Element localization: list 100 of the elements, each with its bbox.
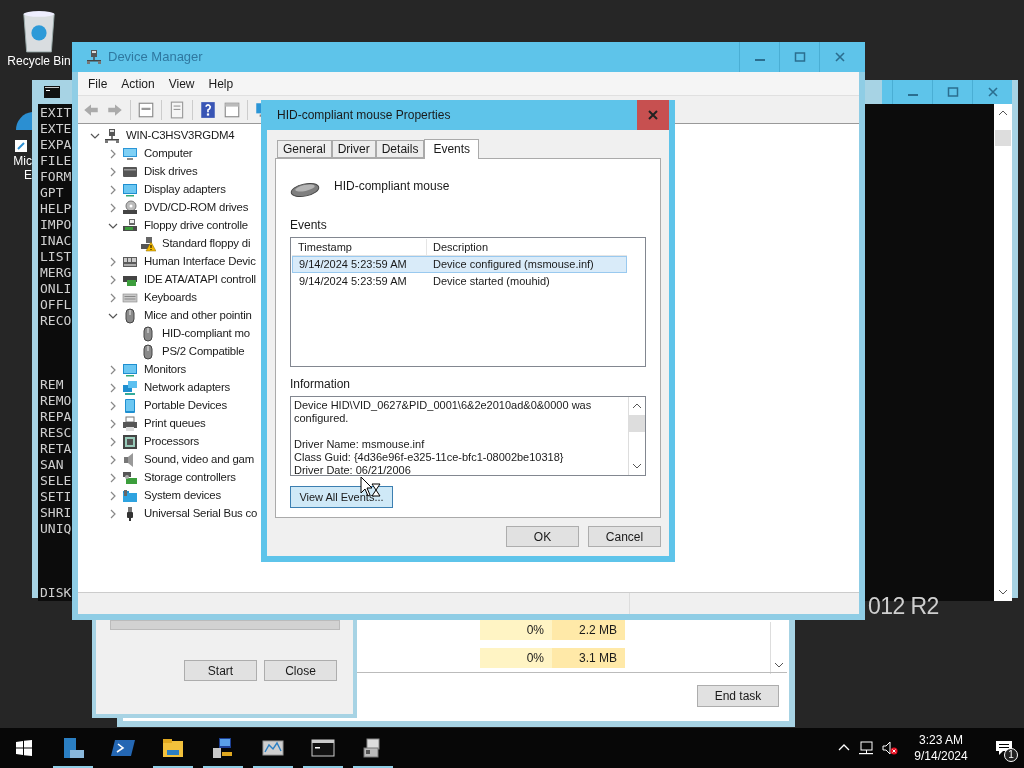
console-line: SAN: [40, 457, 65, 473]
icon-label[interactable]: Recycle Bin: [7, 54, 71, 68]
storage-controller-icon: [122, 470, 138, 486]
section-label: Events: [290, 217, 328, 234]
printer-icon: [122, 416, 138, 432]
table-cell: 3.1 MB: [552, 648, 625, 668]
tablet-icon: [122, 398, 138, 414]
tree-item[interactable]: PS/2 Compatible: [162, 343, 245, 361]
console-line: GPT: [40, 185, 65, 201]
console-line: MERG: [40, 265, 72, 281]
mouse-icon: [140, 326, 156, 342]
scrollbar[interactable]: [994, 104, 1012, 601]
tree-item[interactable]: Sound, video and gam: [144, 451, 254, 469]
clock-date[interactable]: 9/14/2024: [914, 748, 968, 764]
controller-icon: [122, 218, 138, 234]
icon-label[interactable]: E: [24, 168, 32, 182]
monitor-icon: [122, 182, 138, 198]
tree-item[interactable]: HID-compliant mo: [162, 325, 250, 343]
tab[interactable]: General: [277, 140, 332, 158]
tree-item[interactable]: Disk drives: [144, 163, 198, 181]
column-header[interactable]: Description: [427, 239, 627, 255]
menu-item[interactable]: View: [162, 74, 201, 93]
document-icon[interactable]: [168, 100, 186, 119]
table-cell: 0%: [480, 648, 552, 668]
close-button[interactable]: Close: [264, 660, 337, 681]
device-name: HID-compliant mouse: [334, 178, 450, 195]
menu-item[interactable]: File: [82, 74, 114, 93]
tab[interactable]: Details: [375, 140, 425, 158]
event-row[interactable]: 9/14/2024 5:23:59 AM Device configured (msmouse.inf): [292, 256, 627, 273]
mouse-icon: [122, 308, 138, 324]
dialog-title: HID-compliant mouse Properties: [277, 107, 451, 124]
information-text: Class Guid: {4d36e96f-e325-11ce-bfc1-08002be10318}: [294, 451, 565, 464]
console-line: LIST: [40, 249, 72, 265]
console-icon[interactable]: [311, 736, 335, 760]
table-cell: 0%: [480, 620, 552, 640]
console-line: RECO: [40, 313, 72, 329]
start-icon[interactable]: [16, 740, 32, 756]
network-icon: [122, 380, 138, 396]
console-line: RESC: [40, 425, 72, 441]
notification-count: 1: [1004, 748, 1018, 762]
help-icon[interactable]: [199, 100, 217, 119]
tree-item[interactable]: Floppy drive controlle: [144, 217, 248, 235]
tree-item[interactable]: Portable Devices: [144, 397, 227, 415]
chip-icon: [122, 434, 138, 450]
mouse-icon: [290, 180, 320, 198]
tree-item[interactable]: DVD/CD-ROM drives: [144, 199, 249, 217]
tree-item[interactable]: Processors: [144, 433, 199, 451]
tree-item[interactable]: Human Interface Devic: [144, 253, 256, 271]
scrollbar[interactable]: [628, 397, 645, 475]
console-icon: [44, 86, 60, 98]
minimize-icon: [906, 94, 919, 96]
tree-item[interactable]: IDE ATA/ATAPI controll: [144, 271, 256, 289]
menu-item[interactable]: Action: [115, 74, 161, 93]
information-text: Driver Name: msmouse.inf: [294, 438, 426, 451]
console-line: REM: [40, 377, 65, 393]
cancel-button[interactable]: Cancel: [588, 526, 661, 547]
app-shortcut-icon[interactable]: [14, 110, 32, 154]
tree-item[interactable]: Print queues: [144, 415, 206, 433]
network-computer-icon[interactable]: [211, 736, 235, 760]
tree-item[interactable]: Network adapters: [144, 379, 231, 397]
tree-item[interactable]: Standard floppy di: [162, 235, 251, 253]
console-line: ONLI: [40, 281, 72, 297]
tree-item[interactable]: Mice and other pointin: [144, 307, 252, 325]
console-line: RETA: [40, 441, 72, 457]
volume-muted-icon[interactable]: [882, 740, 898, 756]
start-button[interactable]: Start: [184, 660, 257, 681]
tree-item[interactable]: Monitors: [144, 361, 187, 379]
tree-item[interactable]: WIN-C3HSV3RGDM4: [126, 127, 235, 145]
drive-icon: [122, 164, 138, 180]
panel-icon[interactable]: [223, 100, 241, 119]
tree-item[interactable]: Storage controllers: [144, 469, 236, 487]
close-icon: [833, 51, 846, 63]
properties-pane-icon[interactable]: [137, 100, 155, 119]
recycle-bin-icon[interactable]: [20, 8, 58, 54]
folder-icon[interactable]: [161, 736, 185, 760]
tab[interactable]: Driver: [331, 140, 376, 158]
ok-button[interactable]: OK: [506, 526, 579, 547]
tree-item[interactable]: Computer: [144, 145, 193, 163]
icon-label[interactable]: Mic: [13, 154, 32, 168]
menu-item[interactable]: Help: [202, 74, 240, 93]
console-line: SETI: [40, 489, 72, 505]
network-icon[interactable]: [858, 740, 874, 756]
tab[interactable]: Events: [424, 139, 480, 159]
tree-item[interactable]: System devices: [144, 487, 221, 505]
server-manager-icon[interactable]: [61, 736, 85, 760]
maximize-icon: [946, 86, 959, 98]
warning-icon: [140, 236, 156, 252]
console-line: EXIT: [40, 105, 72, 121]
information-text: Driver Date: 06/21/2006: [294, 464, 412, 475]
close-button[interactable]: [637, 100, 669, 130]
tree-item[interactable]: Display adapters: [144, 181, 226, 199]
clock-time[interactable]: 3:23 AM: [919, 732, 963, 748]
tree-item[interactable]: Universal Serial Bus co: [144, 505, 258, 523]
tree-item[interactable]: Keyboards: [144, 289, 197, 307]
console-line: EXPA: [40, 137, 72, 153]
column-header[interactable]: Timestamp: [292, 239, 427, 255]
event-row[interactable]: 9/14/2024 5:23:59 AM Device started (mouhid): [292, 273, 627, 290]
view-all-events-button[interactable]: View All Events...: [290, 486, 393, 508]
monitor-icon: [122, 362, 138, 378]
end-task-button[interactable]: End task: [697, 685, 779, 707]
